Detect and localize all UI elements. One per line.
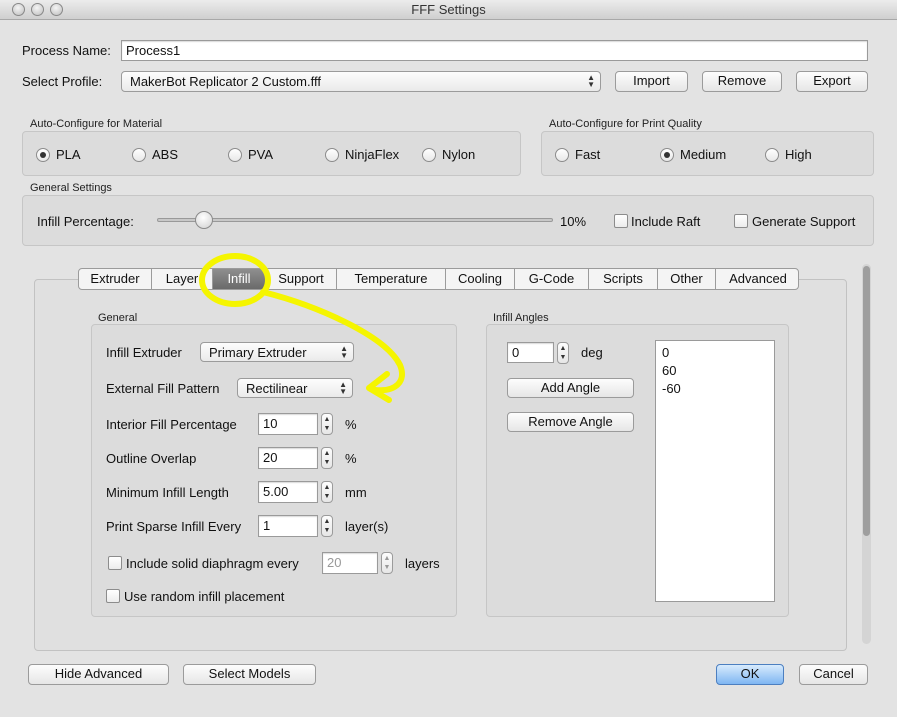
process-name-input[interactable]: Process1 <box>121 40 868 61</box>
infill-slider-knob[interactable] <box>194 211 213 229</box>
radio-pva[interactable] <box>228 148 242 162</box>
sparse-infill-stepper[interactable]: ▲ ▼ <box>321 515 333 537</box>
tab-advanced[interactable]: Advanced <box>716 269 800 289</box>
remove-angle-button[interactable]: Remove Angle <box>507 412 634 432</box>
min-infill-length-stepper[interactable]: ▲ ▼ <box>321 481 333 503</box>
tab-gcode[interactable]: G-Code <box>515 269 589 289</box>
interior-fill-label: Interior Fill Percentage <box>106 417 237 432</box>
infill-angles-title: Infill Angles <box>493 312 549 324</box>
infill-percentage-label: Infill Percentage: <box>37 214 134 229</box>
angle-unit: deg <box>581 345 603 360</box>
angles-list[interactable]: 0 60 -60 <box>655 340 775 602</box>
radio-medium-label: Medium <box>680 147 727 162</box>
radio-high[interactable] <box>765 148 779 162</box>
list-item[interactable]: 0 <box>662 344 669 362</box>
solid-diaphragm-label: Include solid diaphragm every <box>126 556 299 571</box>
updown-arrows-icon: ▲ ▼ <box>587 73 595 89</box>
radio-nylon[interactable] <box>422 148 436 162</box>
infill-percentage-value: 10% <box>560 214 587 229</box>
min-infill-length-unit: mm <box>345 485 367 500</box>
process-name-label: Process Name: <box>22 43 111 58</box>
radio-ninjaflex-label: NinjaFlex <box>345 147 400 162</box>
sparse-infill-unit: layer(s) <box>345 519 389 534</box>
random-placement-checkbox[interactable] <box>106 589 120 603</box>
infill-extruder-label: Infill Extruder <box>106 345 182 360</box>
interior-fill-stepper[interactable]: ▲ ▼ <box>321 413 333 435</box>
radio-fast[interactable] <box>555 148 569 162</box>
highlight-circle <box>199 253 271 307</box>
hide-advanced-button[interactable]: Hide Advanced <box>28 664 169 685</box>
radio-nylon-label: Nylon <box>442 147 476 162</box>
remove-profile-button[interactable]: Remove <box>702 71 782 92</box>
outline-overlap-unit: % <box>345 451 357 466</box>
import-button[interactable]: Import <box>615 71 688 92</box>
radio-pla-label: PLA <box>56 147 81 162</box>
outline-overlap-stepper[interactable]: ▲ ▼ <box>321 447 333 469</box>
quality-group-title: Auto-Configure for Print Quality <box>549 118 702 130</box>
sparse-infill-input[interactable]: 1 <box>258 515 318 537</box>
tab-bar: Extruder Layer Infill Support Temperatur… <box>78 268 799 290</box>
radio-abs[interactable] <box>132 148 146 162</box>
infill-slider-track[interactable] <box>157 218 553 222</box>
random-placement-label: Use random infill placement <box>124 589 285 604</box>
min-infill-length-input[interactable]: 5.00 <box>258 481 318 503</box>
select-models-button[interactable]: Select Models <box>183 664 316 685</box>
generate-support-label: Generate Support <box>752 214 856 229</box>
highlight-annotation <box>199 253 405 403</box>
radio-medium[interactable] <box>660 148 674 162</box>
generate-support-checkbox[interactable] <box>734 214 748 228</box>
tab-extruder[interactable]: Extruder <box>79 269 152 289</box>
radio-pva-label: PVA <box>248 147 274 162</box>
profile-select[interactable]: MakerBot Replicator 2 Custom.fff ▲ ▼ <box>121 71 601 92</box>
tab-scripts[interactable]: Scripts <box>589 269 658 289</box>
radio-fast-label: Fast <box>575 147 601 162</box>
scrollbar-thumb[interactable] <box>863 266 870 536</box>
angle-stepper[interactable]: ▲ ▼ <box>557 342 569 364</box>
cancel-button[interactable]: Cancel <box>799 664 868 685</box>
min-infill-length-label: Minimum Infill Length <box>106 485 229 500</box>
radio-ninjaflex[interactable] <box>325 148 339 162</box>
include-raft-checkbox[interactable] <box>614 214 628 228</box>
angle-input[interactable]: 0 <box>507 342 554 363</box>
radio-pla[interactable] <box>36 148 50 162</box>
interior-fill-input[interactable]: 10 <box>258 413 318 435</box>
interior-fill-unit: % <box>345 417 357 432</box>
add-angle-button[interactable]: Add Angle <box>507 378 634 398</box>
general-settings-title: General Settings <box>30 182 112 194</box>
outline-overlap-label: Outline Overlap <box>106 451 197 466</box>
material-group-title: Auto-Configure for Material <box>30 118 163 130</box>
sparse-infill-label: Print Sparse Infill Every <box>106 519 242 534</box>
list-item[interactable]: -60 <box>662 380 681 398</box>
radio-abs-label: ABS <box>152 147 179 162</box>
list-item[interactable]: 60 <box>662 362 676 380</box>
solid-diaphragm-stepper[interactable]: ▲ ▼ <box>381 552 393 574</box>
select-profile-label: Select Profile: <box>22 74 103 89</box>
export-button[interactable]: Export <box>796 71 868 92</box>
ok-button[interactable]: OK <box>716 664 784 685</box>
tab-other[interactable]: Other <box>658 269 716 289</box>
general-box-title: General <box>98 312 138 324</box>
profile-select-value: MakerBot Replicator 2 Custom.fff <box>130 74 321 89</box>
outline-overlap-input[interactable]: 20 <box>258 447 318 469</box>
solid-diaphragm-checkbox[interactable] <box>108 556 122 570</box>
solid-diaphragm-input[interactable]: 20 <box>322 552 378 574</box>
radio-high-label: High <box>785 147 812 162</box>
tab-cooling[interactable]: Cooling <box>446 269 515 289</box>
window-title: FFF Settings <box>411 2 486 17</box>
include-raft-label: Include Raft <box>631 214 701 229</box>
solid-diaphragm-unit: layers <box>405 556 440 571</box>
